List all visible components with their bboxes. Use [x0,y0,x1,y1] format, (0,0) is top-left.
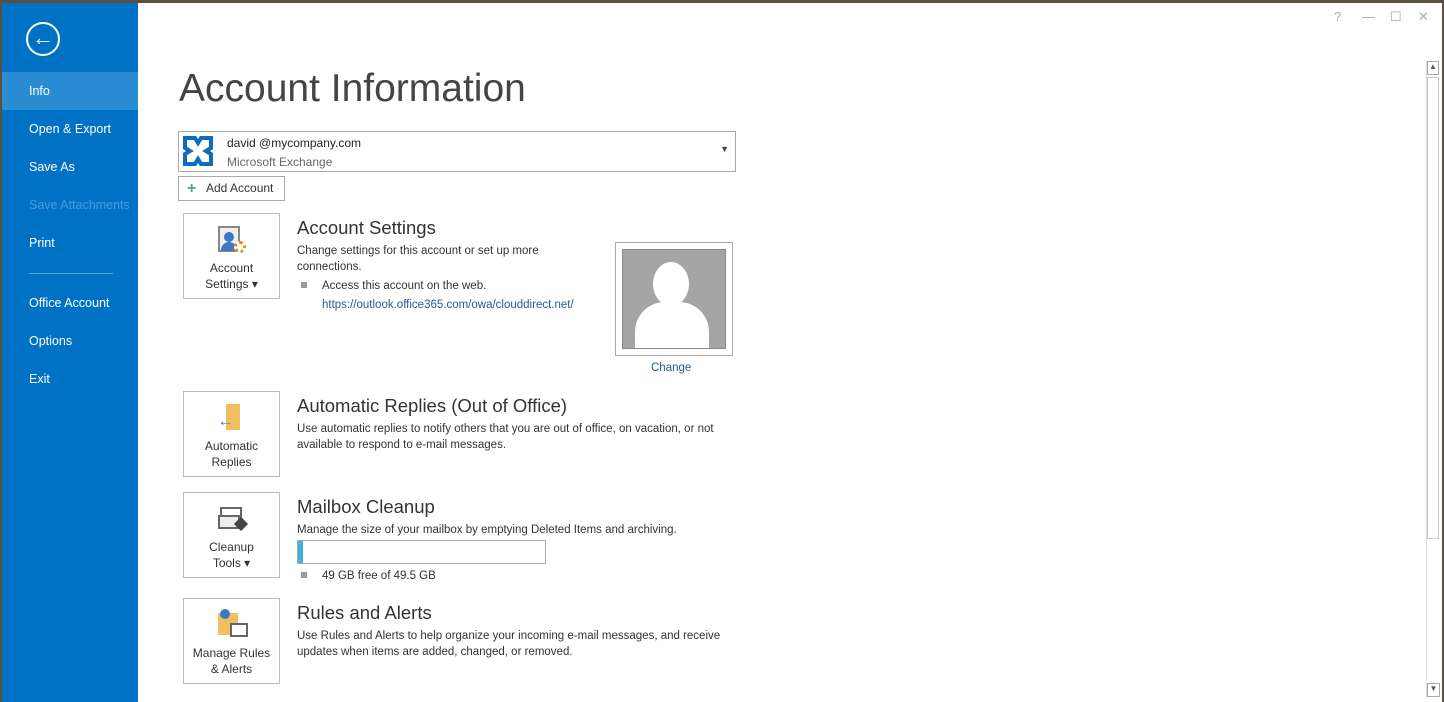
tile-label: Settings ▾ [205,277,258,291]
plus-icon: + [187,180,197,197]
sidebar-divider [29,273,113,274]
page-title: Account Information [179,67,526,110]
nav-print[interactable]: Print [2,224,138,262]
tile-label: Tools ▾ [212,556,251,570]
outlook-window: ← Info Open & Export Save As Save Attach… [2,3,1442,702]
maximize-button[interactable]: ☐ [1390,9,1402,25]
nav-save-as[interactable]: Save As [2,148,138,186]
section-title: Automatic Replies (Out of Office) [297,395,568,416]
exchange-icon [183,136,213,166]
section-description: Use Rules and Alerts to help organize yo… [297,630,721,658]
manage-rules-button[interactable]: Manage Rules & Alerts [183,598,280,684]
tile-label: Account [209,261,254,275]
nav-options[interactable]: Options [2,322,138,360]
rules-alerts-icon [216,609,248,641]
mailbox-free-space: 49 GB free of 49.5 GB [322,570,436,582]
tile-label: Cleanup [209,540,254,554]
backstage-sidebar: ← Info Open & Export Save As Save Attach… [2,3,138,702]
scroll-thumb[interactable] [1427,77,1439,539]
close-button[interactable]: ✕ [1418,9,1429,25]
nav-exit[interactable]: Exit [2,360,138,398]
change-photo-link[interactable]: Change [651,362,691,374]
add-account-label: Add Account [206,181,274,195]
cleanup-tools-icon [216,503,248,535]
section-description: Manage the size of your mailbox by empty… [297,524,677,536]
section-description: Change settings for this account or set … [297,245,539,273]
help-button[interactable]: ? [1334,9,1341,24]
bullet [301,572,307,578]
section-title: Rules and Alerts [297,602,432,623]
nav-info[interactable]: Info [2,72,138,110]
mailbox-usage-bar [297,540,546,564]
nav-open-export[interactable]: Open & Export [2,110,138,148]
cleanup-tools-button[interactable]: Cleanup Tools ▾ [183,492,280,578]
nav-save-attachments: Save Attachments [29,198,130,212]
nav-office-account[interactable]: Office Account [2,284,138,322]
tile-label: Manage Rules [192,646,271,660]
section-title: Mailbox Cleanup [297,496,435,517]
scroll-up-icon[interactable]: ▲ [1427,61,1439,75]
tile-label: & Alerts [210,662,253,676]
account-settings-icon [216,224,248,256]
automatic-replies-icon: ← [216,402,248,434]
section-title: Account Settings [297,217,436,238]
owa-link[interactable]: https://outlook.office365.com/owa/cloudd… [322,299,574,311]
section-description: Use automatic replies to notify others t… [297,423,714,451]
account-type: Microsoft Exchange [227,155,333,169]
bullet [301,282,307,288]
account-email: david @mycompany.com [227,136,362,150]
account-settings-button[interactable]: Account Settings ▾ [183,213,280,299]
vertical-scrollbar[interactable]: ▲ ▼ [1426,61,1440,697]
tile-label: Automatic [204,439,259,453]
back-button[interactable]: ← [26,22,60,56]
profile-photo[interactable] [615,242,733,356]
tile-label: Replies [211,455,252,469]
add-account-button[interactable]: + Add Account [178,176,285,201]
scroll-down-icon[interactable]: ▼ [1427,683,1440,697]
account-selector[interactable]: david @mycompany.com Microsoft Exchange … [178,131,736,172]
mailbox-usage-fill [298,541,303,563]
dropdown-arrow-icon: ▼ [720,144,729,154]
minimize-button[interactable]: — [1362,9,1375,24]
automatic-replies-button[interactable]: ← Automatic Replies [183,391,280,477]
